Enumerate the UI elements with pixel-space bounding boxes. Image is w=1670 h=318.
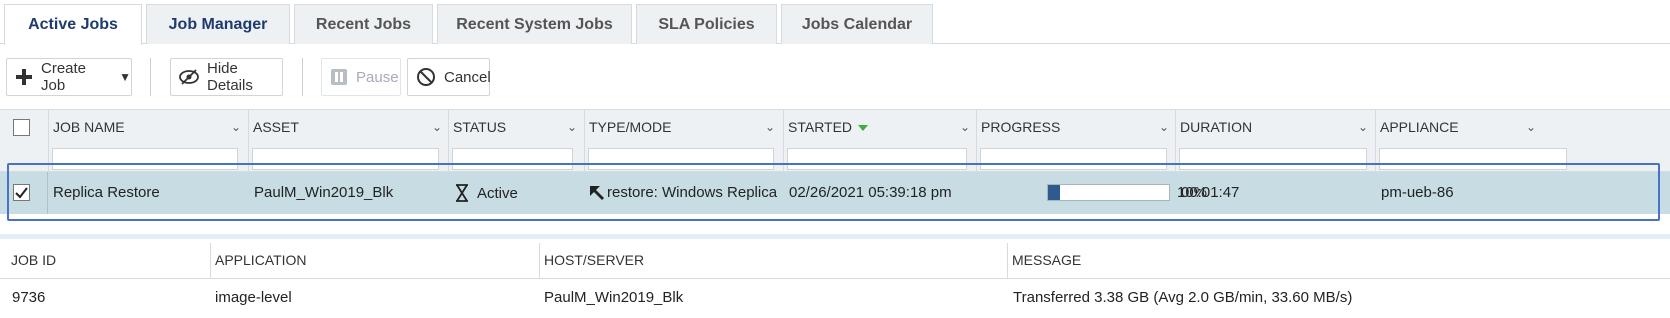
tab-bar: Active Jobs Job Manager Recent Jobs Rece…	[0, 0, 1670, 45]
toolbar-separator	[150, 58, 151, 96]
chevron-down-icon[interactable]: ⌄	[1159, 120, 1169, 134]
pause-button[interactable]: Pause	[321, 58, 401, 96]
toolbar-separator	[302, 58, 303, 96]
details-column-message: MESSAGE	[1007, 243, 1670, 279]
chevron-down-icon[interactable]: ⌄	[960, 120, 970, 134]
tab-job-manager[interactable]: Job Manager	[146, 4, 290, 44]
chevron-down-icon[interactable]: ⌄	[432, 120, 442, 134]
details-header: JOB ID APPLICATION HOST/SERVER MESSAGE	[0, 243, 1670, 279]
cancel-icon	[416, 67, 436, 87]
hide-details-label: Hide Details	[207, 60, 253, 94]
details-column-job-id: JOB ID	[11, 252, 57, 268]
application-value: image-level	[215, 289, 292, 306]
cancel-button[interactable]: Cancel	[407, 58, 491, 96]
pause-label: Pause	[356, 68, 399, 86]
chevron-down-icon[interactable]: ⌄	[765, 120, 775, 134]
tab-sla-policies[interactable]: SLA Policies	[636, 4, 777, 44]
host-server-value: PaulM_Win2019_Blk	[544, 289, 684, 306]
job-id-value: 9736	[12, 289, 46, 306]
details-column-host-server: HOST/SERVER	[539, 243, 1005, 279]
chevron-down-icon[interactable]: ⌄	[1526, 120, 1536, 134]
eye-slash-icon	[179, 68, 199, 86]
tab-active-jobs[interactable]: Active Jobs	[4, 4, 142, 45]
chevron-down-icon[interactable]: ⌄	[1358, 120, 1368, 134]
pause-icon	[330, 68, 348, 86]
chevron-down-icon[interactable]: ⌄	[567, 120, 577, 134]
sort-descending-icon	[858, 125, 869, 132]
caret-down-icon: ▼	[119, 70, 131, 84]
tab-jobs-calendar[interactable]: Jobs Calendar	[781, 4, 933, 44]
plus-icon	[15, 68, 33, 86]
chevron-down-icon[interactable]: ⌄	[231, 120, 241, 134]
create-job-label: Create Job	[41, 60, 87, 94]
tab-recent-jobs[interactable]: Recent Jobs	[294, 4, 433, 44]
selected-row-outline	[7, 163, 1660, 221]
details-column-application: APPLICATION	[210, 243, 536, 279]
message-value: Transferred 3.38 GB (Avg 2.0 GB/min, 33.…	[1013, 289, 1353, 306]
hide-details-button[interactable]: Hide Details	[170, 58, 283, 96]
create-job-button[interactable]: Create Job ▼	[6, 58, 132, 96]
tab-recent-system-jobs[interactable]: Recent System Jobs	[437, 4, 632, 44]
select-all-checkbox[interactable]	[13, 119, 30, 136]
details-divider	[0, 234, 1670, 239]
cancel-label: Cancel	[444, 68, 491, 86]
